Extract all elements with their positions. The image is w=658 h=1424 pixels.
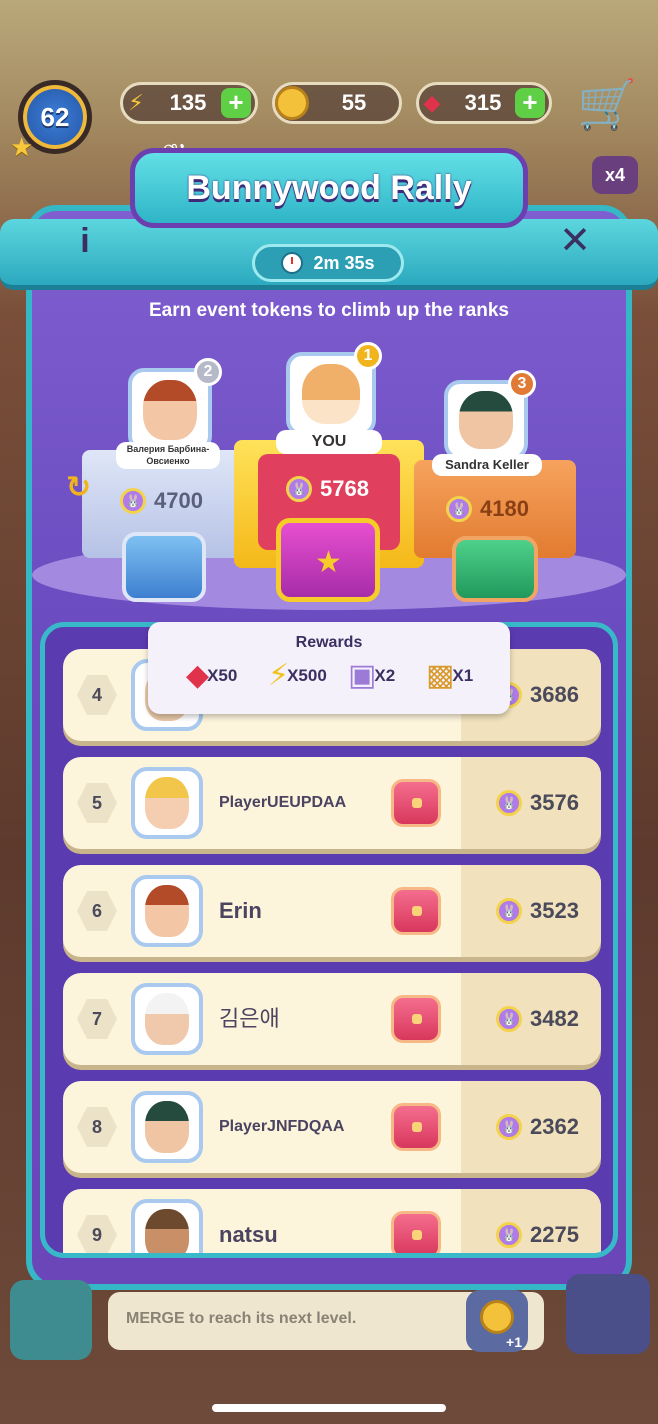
podium-third-score: 4180 — [480, 496, 529, 521]
reward-chest-icon[interactable] — [391, 779, 441, 827]
item-slot-icon[interactable] — [566, 1274, 650, 1354]
chest-icon: ▩ — [426, 659, 455, 692]
rank-badge-3: 3 — [508, 370, 536, 398]
bunny-token-icon: 🐰 — [446, 496, 472, 522]
energy-icon: ⚡ — [128, 90, 144, 115]
row-rank: 8 — [77, 1107, 117, 1147]
event-title: Bunnywood Rally — [186, 168, 472, 207]
rewards-title: Rewards — [295, 634, 363, 651]
row-score: 2362 — [530, 1114, 579, 1139]
timer-text: 2m 35s — [313, 252, 375, 273]
row-rank: 4 — [77, 675, 117, 715]
reward-qty: X500 — [287, 665, 327, 685]
reward-qty: X50 — [207, 665, 238, 685]
leaderboard-list[interactable]: 4 🐰 3686 5 PlayerUEUPDAA 🐰 3576 6 Erin 🐰 35… — [40, 622, 618, 1258]
bunny-token-icon: 🐰 — [120, 488, 146, 514]
star-icon: ★ — [10, 132, 34, 162]
row-avatar — [131, 983, 203, 1055]
coin-icon — [480, 1300, 514, 1334]
info-button[interactable]: i — [70, 222, 100, 262]
rewards-tooltip: Rewards ◆ X50 ⚡ X500 ▣ X2 ▩ X1 — [148, 622, 510, 714]
coin-value: 55 — [341, 90, 367, 115]
coin-icon — [275, 86, 309, 120]
row-rank: 6 — [77, 891, 117, 931]
rank-badge-2: 2 — [194, 358, 222, 386]
row-avatar — [131, 767, 203, 839]
event-timer: 2m 35s — [252, 244, 404, 282]
podium-third-name: Sandra Keller — [432, 454, 542, 476]
bunny-token-icon: 🐰 — [496, 898, 523, 924]
gem-counter[interactable]: ◆ 315 + — [416, 82, 552, 124]
row-name: PlayerJNFDQAA — [219, 1118, 345, 1135]
gem-icon: ◆ — [186, 659, 210, 692]
podium-second-name: Валерия Барбина-Овсиенко — [116, 442, 220, 469]
leaderboard-row[interactable]: 8 PlayerJNFDQAA 🐰 2362 — [63, 1081, 601, 1173]
leaderboard-row[interactable]: 6 Erin 🐰 3523 — [63, 865, 601, 957]
row-score: 3686 — [530, 682, 579, 707]
energy-icon: ⚡ — [268, 659, 290, 692]
event-title-box: Bunnywood Rally — [130, 148, 528, 228]
podium-first-score: 5768 — [320, 476, 369, 501]
row-name: natsu — [219, 1222, 278, 1247]
bunny-token-icon: 🐰 — [496, 1006, 523, 1032]
row-name: Erin — [219, 898, 262, 923]
rank-badge-1: 1 — [354, 342, 382, 370]
gem-icon: ◆ — [423, 90, 441, 115]
gem-value: 315 — [464, 90, 502, 115]
home-indicator — [212, 1404, 446, 1412]
bunny-token-icon: 🐰 — [496, 790, 523, 816]
bunny-token-icon: 🐰 — [496, 1222, 523, 1248]
refresh-icon[interactable]: ↻ — [66, 470, 100, 504]
player-level: 62 — [40, 101, 70, 132]
add-energy-button[interactable]: + — [221, 88, 251, 118]
mystery-box-icon: ▣ — [348, 659, 377, 692]
add-gems-button[interactable]: + — [515, 88, 545, 118]
reward-chest-icon[interactable] — [391, 887, 441, 935]
energy-value: 135 — [169, 90, 207, 115]
silver-chest-icon[interactable] — [122, 532, 206, 602]
reward-qty: X2 — [374, 665, 396, 685]
row-score: 2275 — [530, 1222, 579, 1247]
reward-chest-icon[interactable] — [391, 1103, 441, 1151]
row-rank: 9 — [77, 1215, 117, 1253]
reward-chest-icon[interactable] — [391, 1211, 441, 1253]
energy-counter[interactable]: ⚡ 135 + — [120, 82, 258, 124]
shop-cart-icon[interactable]: 🛒 — [572, 78, 642, 134]
bunny-token-icon: 🐰 — [496, 1114, 523, 1140]
leaderboard-row[interactable]: 9 natsu 🐰 2275 — [63, 1189, 601, 1253]
close-button[interactable]: ✕ — [555, 218, 595, 262]
row-rank: 5 — [77, 783, 117, 823]
podium-first-name: YOU — [276, 430, 382, 454]
row-avatar — [131, 1091, 203, 1163]
bunny-token-icon: 🐰 — [286, 476, 312, 502]
row-name: 김은애 — [219, 1006, 280, 1031]
row-rank: 7 — [77, 999, 117, 1039]
row-score: 3523 — [530, 898, 579, 923]
row-score: 3576 — [530, 790, 579, 815]
row-score: 3482 — [530, 1006, 579, 1031]
hint-text: MERGE to reach its next level. — [126, 1310, 357, 1327]
leaderboard-row[interactable]: 7 김은애 🐰 3482 — [63, 973, 601, 1065]
generator-icon[interactable] — [10, 1280, 92, 1360]
podium-second-score: 4700 — [154, 488, 203, 513]
row-avatar — [131, 1199, 203, 1253]
reward-qty: X1 — [452, 665, 474, 685]
bronze-chest-icon[interactable] — [452, 536, 538, 602]
reward-chest-icon[interactable] — [391, 995, 441, 1043]
clock-icon — [281, 252, 304, 274]
coin-bonus-button[interactable]: +1 — [466, 1290, 528, 1352]
coin-bonus-text: +1 — [506, 1334, 522, 1350]
gold-chest-icon[interactable]: ★ — [276, 518, 380, 602]
coin-counter[interactable]: 55 — [272, 82, 402, 124]
row-avatar — [131, 875, 203, 947]
row-name: PlayerUEUPDAA — [219, 794, 347, 811]
leaderboard-row[interactable]: 5 PlayerUEUPDAA 🐰 3576 — [63, 757, 601, 849]
event-subtitle: Earn event tokens to climb up the ranks — [148, 300, 510, 321]
